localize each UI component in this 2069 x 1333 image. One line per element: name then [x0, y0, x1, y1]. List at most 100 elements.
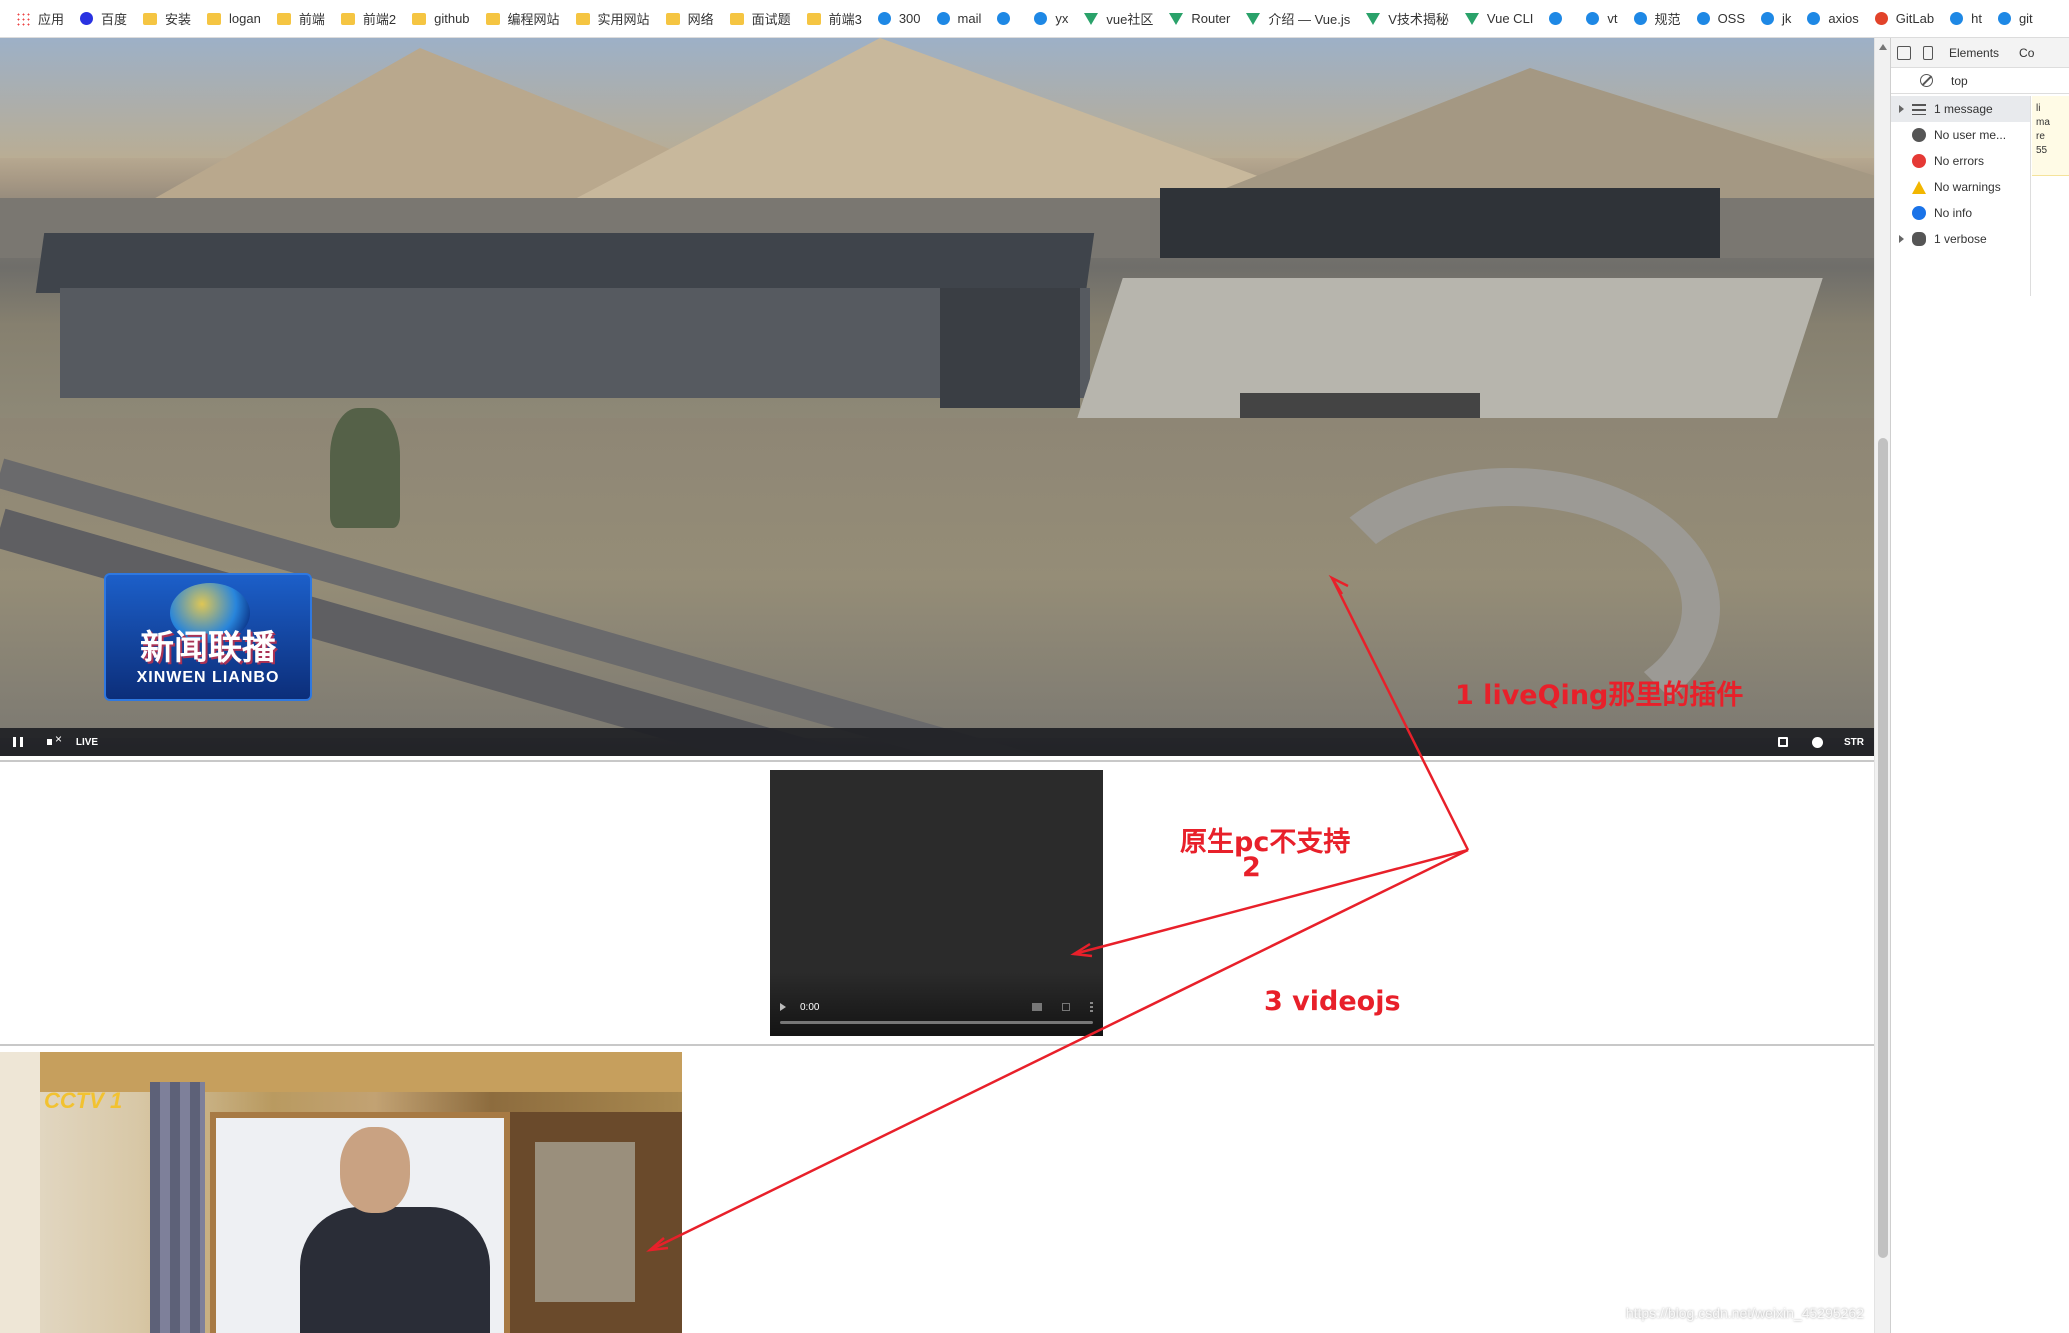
bookmark-label: 规范 — [1654, 12, 1681, 27]
play-icon[interactable] — [780, 1003, 786, 1011]
console-filter-2[interactable]: No errors — [1891, 148, 2030, 174]
bookmark-25[interactable]: jk — [1755, 4, 1801, 34]
warning-icon — [1912, 180, 1926, 194]
site-icon — [1696, 12, 1710, 25]
console-filter-5[interactable]: 1 verbose — [1891, 226, 2030, 252]
annotation-2-line1: 原生pc不支持 — [1180, 827, 1351, 858]
bookmark-label: 实用网站 — [597, 12, 650, 27]
device-toolbar-icon[interactable] — [1923, 45, 1933, 60]
bookmark-26[interactable]: axios — [1801, 4, 1868, 34]
bookmark-18[interactable]: 介绍 — Vue.js — [1240, 4, 1360, 34]
bookmark-28[interactable]: ht — [1944, 4, 1992, 34]
bookmark-14[interactable] — [991, 4, 1028, 34]
mute-button[interactable] — [36, 728, 72, 756]
page-content: 新闻联播 XINWEN LIANBO LIVE STR 0: — [0, 38, 1874, 1333]
fullscreen-button[interactable] — [1766, 728, 1800, 756]
bookmark-4[interactable]: 前端 — [271, 4, 335, 34]
page-scrollbar[interactable] — [1874, 38, 1890, 1333]
more-options-icon[interactable] — [1090, 1002, 1093, 1012]
expand-arrow-icon[interactable] — [1899, 105, 1904, 113]
console-log-area: li ma re 55 — [2032, 96, 2069, 176]
bookmark-22[interactable]: vt — [1580, 4, 1627, 34]
bookmark-27[interactable]: GitLab — [1869, 4, 1944, 34]
gitlab-icon — [1874, 12, 1888, 25]
console-log-line: li — [2036, 103, 2041, 114]
bookmark-label: git — [2018, 11, 2033, 26]
folder-icon — [575, 12, 590, 25]
console-filter-4[interactable]: No info — [1891, 200, 2030, 226]
vue-icon — [1169, 12, 1184, 25]
cctv1-channel-logo: CCTV 1 — [44, 1088, 123, 1113]
volume-icon[interactable] — [1032, 1003, 1042, 1011]
bookmark-20[interactable]: Vue CLI — [1459, 4, 1544, 34]
native-time: 0:00 — [800, 1001, 820, 1013]
context-selector[interactable]: top — [1951, 74, 1968, 88]
bookmark-label: github — [434, 11, 470, 26]
logo-title-en: XINWEN LIANBO — [136, 669, 280, 686]
bookmark-21[interactable] — [1543, 4, 1580, 34]
native-video-player[interactable]: 0:00 — [770, 770, 1103, 1036]
bookmark-label: logan — [229, 11, 261, 26]
bookmark-label: jk — [1782, 11, 1792, 26]
console-filter-0[interactable]: 1 message — [1891, 96, 2030, 122]
bookmark-2[interactable]: 安装 — [137, 4, 201, 34]
bookmark-0[interactable]: 应用 — [10, 4, 74, 34]
scrollbar-thumb[interactable] — [1878, 438, 1888, 1258]
clear-console-icon[interactable] — [1920, 74, 1933, 87]
sidebar-toggle-icon[interactable] — [1897, 75, 1910, 87]
bookmark-29[interactable]: git — [1992, 4, 2043, 34]
expand-arrow-icon[interactable] — [1899, 235, 1904, 243]
bookmark-11[interactable]: 前端3 — [801, 4, 872, 34]
console-filter-3[interactable]: No warnings — [1891, 174, 2030, 200]
snapshot-button[interactable] — [1800, 728, 1834, 756]
pause-button[interactable] — [0, 728, 36, 756]
bookmark-1[interactable]: 百度 — [74, 4, 137, 34]
user-icon — [1912, 128, 1926, 142]
fullscreen-icon[interactable] — [1062, 1003, 1070, 1011]
vue-icon — [1246, 12, 1261, 25]
folder-icon — [665, 12, 680, 25]
bookmark-24[interactable]: OSS — [1691, 4, 1755, 34]
annotation-3: 3 videojs — [1264, 986, 1401, 1017]
bookmark-label: 编程网站 — [507, 12, 560, 27]
bug-icon — [1912, 232, 1926, 246]
bookmark-8[interactable]: 实用网站 — [570, 4, 660, 34]
watermark: https://blog.csdn.net/weixin_45295262 — [1625, 1305, 1864, 1321]
bookmark-13[interactable]: mail — [931, 4, 992, 34]
bookmark-15[interactable]: yx — [1028, 4, 1078, 34]
stream-toggle-button[interactable]: STR — [1834, 728, 1874, 756]
videojs-player[interactable]: CCTV 1 — [0, 1052, 682, 1333]
tab-elements[interactable]: Elements — [1945, 46, 2003, 60]
tab-console[interactable]: Co — [2015, 46, 2038, 60]
bookmark-19[interactable]: V技术揭秘 — [1360, 4, 1459, 34]
bookmark-12[interactable]: 300 — [872, 4, 931, 34]
bookmark-3[interactable]: logan — [201, 4, 271, 34]
muted-speaker-icon — [47, 732, 62, 748]
bookmark-label: mail — [957, 11, 982, 26]
bookmark-23[interactable]: 规范 — [1628, 4, 1691, 34]
scroll-up-icon[interactable] — [1879, 44, 1887, 50]
bookmark-7[interactable]: 编程网站 — [480, 4, 570, 34]
bookmark-17[interactable]: Router — [1163, 4, 1240, 34]
inspect-element-icon[interactable] — [1897, 45, 1911, 60]
folder-icon — [340, 12, 355, 25]
bookmark-16[interactable]: vue社区 — [1078, 4, 1163, 34]
bookmark-5[interactable]: 前端2 — [335, 4, 406, 34]
bookmark-label: Vue CLI — [1486, 11, 1534, 26]
bookmark-label: 百度 — [101, 12, 128, 27]
console-toolbar: top — [1891, 68, 2069, 94]
bookmark-label: Router — [1191, 11, 1231, 26]
console-filter-1[interactable]: No user me... — [1891, 122, 2030, 148]
site-icon — [1997, 12, 2011, 25]
bookmark-10[interactable]: 面试题 — [724, 4, 801, 34]
section-divider — [0, 760, 1874, 762]
fullscreen-icon — [1778, 737, 1788, 747]
liveqing-player[interactable]: 新闻联播 XINWEN LIANBO LIVE STR — [0, 38, 1874, 756]
native-progress-bar[interactable] — [780, 1021, 1093, 1024]
bookmark-9[interactable]: 网络 — [660, 4, 724, 34]
liveqing-control-bar: LIVE STR — [0, 728, 1874, 756]
bookmark-label: 前端3 — [828, 12, 862, 27]
bookmark-6[interactable]: github — [406, 4, 479, 34]
person — [300, 1127, 490, 1333]
bookmark-label: yx — [1055, 11, 1069, 26]
